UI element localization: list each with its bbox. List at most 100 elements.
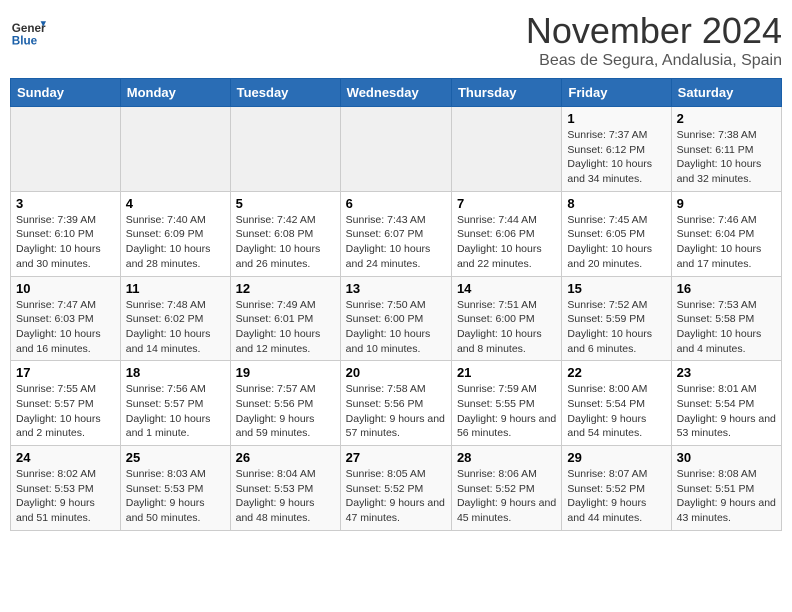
cell-details: Sunrise: 8:03 AMSunset: 5:53 PMDaylight:… <box>126 467 225 526</box>
calendar-cell: 13 Sunrise: 7:50 AMSunset: 6:00 PMDayligh… <box>340 276 451 361</box>
cell-details: Sunrise: 7:59 AMSunset: 5:55 PMDaylight:… <box>457 382 556 441</box>
cell-details: Sunrise: 8:02 AMSunset: 5:53 PMDaylight:… <box>16 467 115 526</box>
day-number: 16 <box>677 281 776 296</box>
cell-details: Sunrise: 7:46 AMSunset: 6:04 PMDaylight:… <box>677 213 776 272</box>
day-number: 2 <box>677 111 776 126</box>
calendar-cell <box>120 107 230 192</box>
calendar-cell: 10 Sunrise: 7:47 AMSunset: 6:03 PMDayligh… <box>11 276 121 361</box>
calendar-cell: 27 Sunrise: 8:05 AMSunset: 5:52 PMDayligh… <box>340 446 451 531</box>
cell-details: Sunrise: 7:57 AMSunset: 5:56 PMDaylight:… <box>236 382 335 441</box>
calendar-cell: 1 Sunrise: 7:37 AMSunset: 6:12 PMDaylight… <box>562 107 671 192</box>
month-title: November 2024 <box>526 10 782 52</box>
dow-header-thursday: Thursday <box>451 79 561 107</box>
calendar-cell: 26 Sunrise: 8:04 AMSunset: 5:53 PMDayligh… <box>230 446 340 531</box>
day-number: 24 <box>16 450 115 465</box>
cell-details: Sunrise: 7:56 AMSunset: 5:57 PMDaylight:… <box>126 382 225 441</box>
cell-details: Sunrise: 7:58 AMSunset: 5:56 PMDaylight:… <box>346 382 446 441</box>
day-number: 4 <box>126 196 225 211</box>
cell-details: Sunrise: 7:39 AMSunset: 6:10 PMDaylight:… <box>16 213 115 272</box>
calendar-cell: 12Sunrise: 7:49 AMSunset: 6:01 PMDayligh… <box>230 276 340 361</box>
cell-details: Sunrise: 7:53 AMSunset: 5:58 PMDaylight:… <box>677 298 776 357</box>
location-title: Beas de Segura, Andalusia, Spain <box>526 52 782 70</box>
cell-details: Sunrise: 8:01 AMSunset: 5:54 PMDaylight:… <box>677 382 776 441</box>
calendar-cell <box>451 107 561 192</box>
day-number: 5 <box>236 196 335 211</box>
day-number: 30 <box>677 450 776 465</box>
day-number: 7 <box>457 196 556 211</box>
dow-header-saturday: Saturday <box>671 79 781 107</box>
cell-details: Sunrise: 7:44 AMSunset: 6:06 PMDaylight:… <box>457 213 556 272</box>
week-row-4: 24 Sunrise: 8:02 AMSunset: 5:53 PMDayligh… <box>11 446 782 531</box>
calendar-cell: 14 Sunrise: 7:51 AMSunset: 6:00 PMDayligh… <box>451 276 561 361</box>
calendar-cell: 6Sunrise: 7:43 AMSunset: 6:07 PMDaylight… <box>340 191 451 276</box>
cell-details: Sunrise: 8:08 AMSunset: 5:51 PMDaylight:… <box>677 467 776 526</box>
title-area: November 2024 Beas de Segura, Andalusia,… <box>526 10 782 70</box>
day-number: 21 <box>457 365 556 380</box>
calendar-cell <box>340 107 451 192</box>
cell-details: Sunrise: 7:50 AMSunset: 6:00 PMDaylight:… <box>346 298 446 357</box>
svg-text:Blue: Blue <box>12 35 38 48</box>
calendar-cell: 24 Sunrise: 8:02 AMSunset: 5:53 PMDayligh… <box>11 446 121 531</box>
cell-details: Sunrise: 7:40 AMSunset: 6:09 PMDaylight:… <box>126 213 225 272</box>
week-row-3: 17Sunrise: 7:55 AMSunset: 5:57 PMDayligh… <box>11 361 782 446</box>
day-number: 1 <box>567 111 665 126</box>
day-number: 28 <box>457 450 556 465</box>
day-number: 6 <box>346 196 446 211</box>
dow-header-wednesday: Wednesday <box>340 79 451 107</box>
calendar-cell: 15Sunrise: 7:52 AMSunset: 5:59 PMDayligh… <box>562 276 671 361</box>
calendar-cell: 16 Sunrise: 7:53 AMSunset: 5:58 PMDayligh… <box>671 276 781 361</box>
calendar-cell: 25Sunrise: 8:03 AMSunset: 5:53 PMDayligh… <box>120 446 230 531</box>
calendar-cell: 23 Sunrise: 8:01 AMSunset: 5:54 PMDayligh… <box>671 361 781 446</box>
cell-details: Sunrise: 7:38 AMSunset: 6:11 PMDaylight:… <box>677 128 776 187</box>
dow-header-monday: Monday <box>120 79 230 107</box>
day-number: 22 <box>567 365 665 380</box>
calendar-cell: 20 Sunrise: 7:58 AMSunset: 5:56 PMDayligh… <box>340 361 451 446</box>
day-number: 19 <box>236 365 335 380</box>
calendar-cell: 17Sunrise: 7:55 AMSunset: 5:57 PMDayligh… <box>11 361 121 446</box>
day-number: 10 <box>16 281 115 296</box>
calendar-cell: 19 Sunrise: 7:57 AMSunset: 5:56 PMDayligh… <box>230 361 340 446</box>
cell-details: Sunrise: 7:47 AMSunset: 6:03 PMDaylight:… <box>16 298 115 357</box>
day-number: 13 <box>346 281 446 296</box>
calendar-cell: 28 Sunrise: 8:06 AMSunset: 5:52 PMDayligh… <box>451 446 561 531</box>
day-number: 27 <box>346 450 446 465</box>
week-row-2: 10 Sunrise: 7:47 AMSunset: 6:03 PMDayligh… <box>11 276 782 361</box>
calendar-cell: 5 Sunrise: 7:42 AMSunset: 6:08 PMDaylight… <box>230 191 340 276</box>
day-number: 14 <box>457 281 556 296</box>
calendar-cell: 3Sunrise: 7:39 AMSunset: 6:10 PMDaylight… <box>11 191 121 276</box>
calendar-cell: 4 Sunrise: 7:40 AMSunset: 6:09 PMDaylight… <box>120 191 230 276</box>
calendar-cell: 8 Sunrise: 7:45 AMSunset: 6:05 PMDaylight… <box>562 191 671 276</box>
cell-details: Sunrise: 7:51 AMSunset: 6:00 PMDaylight:… <box>457 298 556 357</box>
day-number: 11 <box>126 281 225 296</box>
calendar-cell: 22 Sunrise: 8:00 AMSunset: 5:54 PMDayligh… <box>562 361 671 446</box>
day-number: 23 <box>677 365 776 380</box>
cell-details: Sunrise: 8:07 AMSunset: 5:52 PMDaylight:… <box>567 467 665 526</box>
calendar-cell: 2 Sunrise: 7:38 AMSunset: 6:11 PMDaylight… <box>671 107 781 192</box>
cell-details: Sunrise: 8:04 AMSunset: 5:53 PMDaylight:… <box>236 467 335 526</box>
calendar-cell: 7 Sunrise: 7:44 AMSunset: 6:06 PMDaylight… <box>451 191 561 276</box>
header: General Blue November 2024 Beas de Segur… <box>10 10 782 70</box>
calendar-cell: 21 Sunrise: 7:59 AMSunset: 5:55 PMDayligh… <box>451 361 561 446</box>
day-number: 8 <box>567 196 665 211</box>
calendar-cell: 29Sunrise: 8:07 AMSunset: 5:52 PMDayligh… <box>562 446 671 531</box>
day-number: 20 <box>346 365 446 380</box>
day-number: 12 <box>236 281 335 296</box>
cell-details: Sunrise: 8:05 AMSunset: 5:52 PMDaylight:… <box>346 467 446 526</box>
cell-details: Sunrise: 7:37 AMSunset: 6:12 PMDaylight:… <box>567 128 665 187</box>
cell-details: Sunrise: 8:06 AMSunset: 5:52 PMDaylight:… <box>457 467 556 526</box>
dow-header-tuesday: Tuesday <box>230 79 340 107</box>
svg-text:General: General <box>12 22 46 35</box>
cell-details: Sunrise: 7:42 AMSunset: 6:08 PMDaylight:… <box>236 213 335 272</box>
calendar-cell: 9Sunrise: 7:46 AMSunset: 6:04 PMDaylight… <box>671 191 781 276</box>
dow-header-sunday: Sunday <box>11 79 121 107</box>
cell-details: Sunrise: 7:55 AMSunset: 5:57 PMDaylight:… <box>16 382 115 441</box>
cell-details: Sunrise: 7:45 AMSunset: 6:05 PMDaylight:… <box>567 213 665 272</box>
cell-details: Sunrise: 8:00 AMSunset: 5:54 PMDaylight:… <box>567 382 665 441</box>
day-number: 26 <box>236 450 335 465</box>
calendar-cell: 30 Sunrise: 8:08 AMSunset: 5:51 PMDayligh… <box>671 446 781 531</box>
week-row-1: 3Sunrise: 7:39 AMSunset: 6:10 PMDaylight… <box>11 191 782 276</box>
calendar-cell <box>230 107 340 192</box>
calendar-cell <box>11 107 121 192</box>
calendar-cell: 11Sunrise: 7:48 AMSunset: 6:02 PMDayligh… <box>120 276 230 361</box>
calendar: SundayMondayTuesdayWednesdayThursdayFrid… <box>10 78 782 531</box>
